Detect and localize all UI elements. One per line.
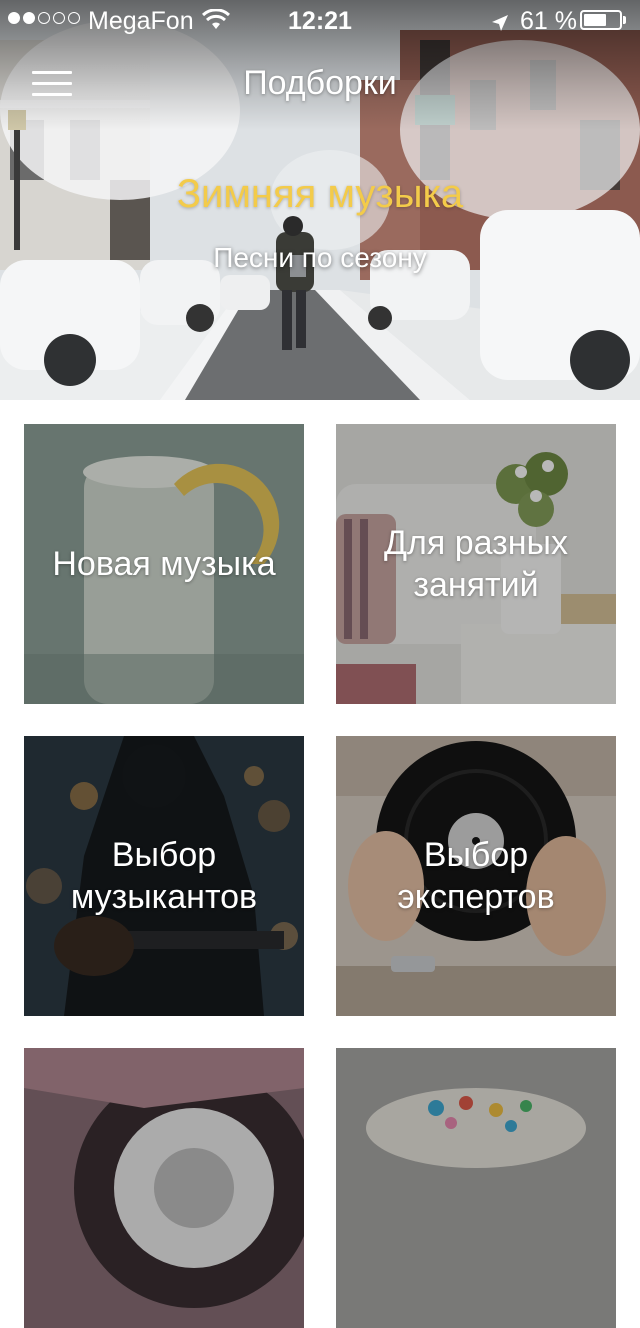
location-arrow-icon [490,11,510,40]
collections-grid: Новая музыка Для разных занятий Выбор му… [0,400,640,1328]
page-title: Подборки [243,64,397,102]
collection-label: Выбор экспертов [397,836,555,916]
hero-title: Зимняя музыка [176,172,464,216]
collection-label: Новая музыка [52,545,276,583]
collection-label [336,1048,616,1328]
collection-label: Для разных занятий [384,524,568,604]
collection-tile-activities[interactable]: Для разных занятий [336,424,616,704]
collection-tile-musicians-choice[interactable]: Выбор музыкантов [24,736,304,1016]
status-bar: MegaFon 12:21 61 % [0,0,640,40]
hero-subtitle: Песни по сезону [213,242,427,273]
collection-tile[interactable] [336,1048,616,1328]
battery-tip [623,16,626,24]
collection-label: Выбор музыкантов [70,836,258,916]
hero-banner[interactable]: MegaFon 12:21 61 % Подборки Зимняя музык… [0,0,640,400]
battery-percentage: 61 % [520,7,577,35]
collection-tile-new-music[interactable]: Новая музыка [24,424,304,704]
collection-label [24,1048,304,1328]
collection-tile-experts-choice[interactable]: Выбор экспертов [336,736,616,1016]
collection-tile[interactable] [24,1048,304,1328]
battery-icon [580,10,622,30]
